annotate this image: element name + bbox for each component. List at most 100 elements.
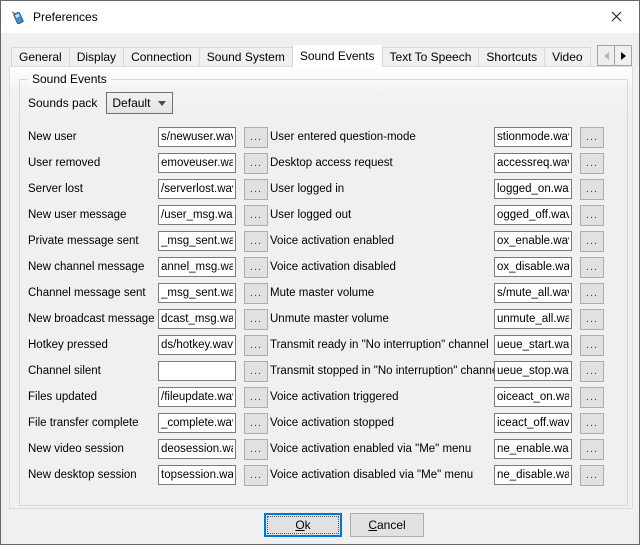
sound-event-row: Mute master volume... bbox=[270, 280, 626, 306]
tab-sound-events[interactable]: Sound Events bbox=[292, 45, 383, 67]
browse-button[interactable]: ... bbox=[244, 231, 268, 252]
event-label: New video session bbox=[28, 443, 158, 455]
browse-button[interactable]: ... bbox=[580, 231, 604, 252]
browse-button[interactable]: ... bbox=[580, 179, 604, 200]
sound-file-input[interactable] bbox=[158, 205, 236, 225]
ok-button[interactable]: Ok bbox=[264, 513, 342, 537]
browse-button[interactable]: ... bbox=[244, 257, 268, 278]
sound-file-input[interactable] bbox=[158, 465, 236, 485]
sound-file-input[interactable] bbox=[494, 283, 572, 303]
sound-event-row: Private message sent... bbox=[28, 228, 286, 254]
browse-button[interactable]: ... bbox=[580, 205, 604, 226]
event-label: Desktop access request bbox=[270, 157, 494, 169]
sound-event-row: New user... bbox=[28, 124, 286, 150]
sound-file-input[interactable] bbox=[158, 283, 236, 303]
sound-file-input[interactable] bbox=[494, 439, 572, 459]
preferences-dialog: Preferences GeneralDisplayConnectionSoun… bbox=[0, 0, 640, 545]
sounds-pack-value: Default bbox=[112, 96, 150, 110]
browse-button[interactable]: ... bbox=[244, 465, 268, 486]
browse-button[interactable]: ... bbox=[580, 465, 604, 486]
event-label: New desktop session bbox=[28, 469, 158, 481]
tab-scroller bbox=[598, 45, 632, 66]
sound-file-input[interactable] bbox=[158, 361, 236, 381]
event-label: Server lost bbox=[28, 183, 158, 195]
tab-sound-system[interactable]: Sound System bbox=[200, 47, 293, 67]
sound-event-row: User logged out... bbox=[270, 202, 626, 228]
browse-button[interactable]: ... bbox=[244, 413, 268, 434]
browse-button[interactable]: ... bbox=[580, 335, 604, 356]
sound-file-input[interactable] bbox=[494, 231, 572, 251]
sounds-pack-select[interactable]: Default bbox=[106, 92, 173, 114]
browse-button[interactable]: ... bbox=[580, 127, 604, 148]
sound-file-input[interactable] bbox=[494, 309, 572, 329]
titlebar: Preferences bbox=[1, 1, 639, 33]
tab-bar: GeneralDisplayConnectionSound SystemSoun… bbox=[11, 45, 633, 67]
sound-event-row: Transmit ready in "No interruption" chan… bbox=[270, 332, 626, 358]
sound-file-input[interactable] bbox=[494, 413, 572, 433]
sound-file-input[interactable] bbox=[158, 257, 236, 277]
sound-file-input[interactable] bbox=[494, 127, 572, 147]
sound-file-input[interactable] bbox=[494, 465, 572, 485]
sound-event-row: New broadcast message... bbox=[28, 306, 286, 332]
sound-event-row: Voice activation disabled via "Me" menu.… bbox=[270, 462, 626, 488]
browse-button[interactable]: ... bbox=[580, 439, 604, 460]
tab-video[interactable]: Video bbox=[545, 47, 590, 67]
browse-button[interactable]: ... bbox=[244, 335, 268, 356]
browse-button[interactable]: ... bbox=[244, 179, 268, 200]
tab-general[interactable]: General bbox=[11, 47, 70, 67]
tab-scroll-left-button[interactable] bbox=[597, 45, 615, 66]
browse-button[interactable]: ... bbox=[244, 283, 268, 304]
browse-button[interactable]: ... bbox=[244, 153, 268, 174]
sound-event-row: Hotkey pressed... bbox=[28, 332, 286, 358]
sound-file-input[interactable] bbox=[494, 205, 572, 225]
sound-file-input[interactable] bbox=[158, 153, 236, 173]
tab-shortcuts[interactable]: Shortcuts bbox=[479, 47, 545, 67]
browse-button[interactable]: ... bbox=[580, 153, 604, 174]
event-label: New channel message bbox=[28, 261, 158, 273]
sound-file-input[interactable] bbox=[158, 439, 236, 459]
sound-file-input[interactable] bbox=[158, 309, 236, 329]
sound-file-input[interactable] bbox=[494, 335, 572, 355]
sound-file-input[interactable] bbox=[158, 335, 236, 355]
browse-button[interactable]: ... bbox=[580, 387, 604, 408]
tab-text-to-speech[interactable]: Text To Speech bbox=[383, 47, 480, 67]
browse-button[interactable]: ... bbox=[244, 361, 268, 382]
close-icon[interactable] bbox=[593, 1, 639, 32]
sound-file-input[interactable] bbox=[158, 179, 236, 199]
window-title: Preferences bbox=[33, 10, 98, 24]
sound-file-input[interactable] bbox=[494, 257, 572, 277]
sound-file-input[interactable] bbox=[158, 387, 236, 407]
browse-button[interactable]: ... bbox=[580, 413, 604, 434]
sound-file-input[interactable] bbox=[158, 413, 236, 433]
sound-file-input[interactable] bbox=[158, 231, 236, 251]
sound-event-row: Channel silent... bbox=[28, 358, 286, 384]
sound-file-input[interactable] bbox=[494, 153, 572, 173]
event-label: New user message bbox=[28, 209, 158, 221]
browse-button[interactable]: ... bbox=[244, 309, 268, 330]
event-label: Channel message sent bbox=[28, 287, 158, 299]
browse-button[interactable]: ... bbox=[580, 283, 604, 304]
sound-event-row: Server lost... bbox=[28, 176, 286, 202]
event-label: Voice activation triggered bbox=[270, 391, 494, 403]
browse-button[interactable]: ... bbox=[244, 205, 268, 226]
tab-display[interactable]: Display bbox=[70, 47, 124, 67]
event-label: User logged out bbox=[270, 209, 494, 221]
tab-scroll-right-button[interactable] bbox=[614, 45, 632, 66]
tab-connection[interactable]: Connection bbox=[124, 47, 200, 67]
sound-event-row: Unmute master volume... bbox=[270, 306, 626, 332]
event-label: Mute master volume bbox=[270, 287, 494, 299]
browse-button[interactable]: ... bbox=[244, 387, 268, 408]
event-label: New broadcast message bbox=[28, 313, 158, 325]
browse-button[interactable]: ... bbox=[244, 127, 268, 148]
sound-file-input[interactable] bbox=[494, 179, 572, 199]
browse-button[interactable]: ... bbox=[580, 257, 604, 278]
sound-file-input[interactable] bbox=[494, 387, 572, 407]
sound-file-input[interactable] bbox=[158, 127, 236, 147]
sound-file-input[interactable] bbox=[494, 361, 572, 381]
browse-button[interactable]: ... bbox=[580, 309, 604, 330]
browse-button[interactable]: ... bbox=[580, 361, 604, 382]
sound-event-row: User logged in... bbox=[270, 176, 626, 202]
event-label: Unmute master volume bbox=[270, 313, 494, 325]
cancel-button[interactable]: Cancel bbox=[350, 513, 424, 537]
browse-button[interactable]: ... bbox=[244, 439, 268, 460]
